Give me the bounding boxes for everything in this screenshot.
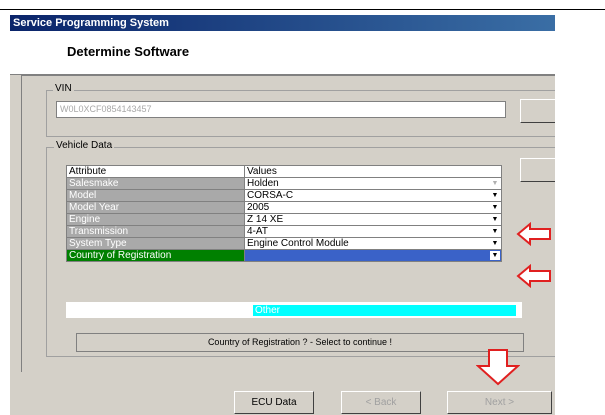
vin-side-button[interactable]	[520, 99, 555, 123]
next-button[interactable]: Next >	[447, 391, 552, 414]
value-text: CORSA-C	[247, 190, 294, 201]
ecu-data-label: ECU Data	[251, 397, 297, 408]
ecu-data-button[interactable]: ECU Data	[234, 391, 314, 414]
table-row-transmission: Transmission 4-AT ▼	[66, 225, 502, 238]
dropdown-arrow-icon[interactable]: ▼	[490, 227, 500, 236]
column-header-values: Values	[244, 165, 502, 178]
attribute-cell: Transmission	[66, 225, 245, 238]
attribute-cell: Model	[66, 189, 245, 202]
value-dropdown-model-year[interactable]: 2005 ▼	[244, 201, 502, 214]
table-header-row: Attribute Values	[66, 165, 502, 178]
value-dropdown-transmission[interactable]: 4-AT ▼	[244, 225, 502, 238]
value-dropdown-model[interactable]: CORSA-C ▼	[244, 189, 502, 202]
value-text: Holden	[247, 178, 279, 189]
arrow-down-icon	[476, 349, 520, 386]
vehicle-data-table: Attribute Values Salesmake Holden ▼ Model…	[66, 165, 502, 262]
back-label: < Back	[365, 397, 397, 408]
table-row-system-type: System Type Engine Control Module ▼	[66, 237, 502, 250]
value-text: Z 14 XE	[247, 214, 284, 225]
arrow-left-icon	[516, 222, 551, 246]
dropdown-arrow-icon[interactable]: ▼	[490, 215, 500, 224]
dropdown-arrow-icon: ▼	[491, 180, 499, 187]
back-button[interactable]: < Back	[341, 391, 421, 414]
value-dropdown-engine[interactable]: Z 14 XE ▼	[244, 213, 502, 226]
value-dropdown-country[interactable]: ▼	[244, 249, 502, 262]
attribute-cell: Country of Registration	[66, 249, 245, 262]
value-dropdown-salesmake: Holden ▼	[244, 177, 502, 190]
value-text: Engine Control Module	[247, 238, 349, 249]
top-border-line	[0, 9, 605, 10]
dropdown-arrow-icon[interactable]: ▼	[490, 239, 500, 248]
attribute-cell: Engine	[66, 213, 245, 226]
attribute-cell: System Type	[66, 237, 245, 250]
next-label: Next >	[484, 397, 515, 408]
dropdown-arrow-icon[interactable]: ▼	[490, 203, 500, 212]
attribute-cell: Salesmake	[66, 177, 245, 190]
table-row-model: Model CORSA-C ▼	[66, 189, 502, 202]
table-row-salesmake: Salesmake Holden ▼	[66, 177, 502, 190]
vehicle-data-side-button[interactable]	[520, 158, 555, 182]
column-header-attribute: Attribute	[66, 165, 245, 178]
application-window: Service Programming System Determine Sof…	[10, 15, 555, 415]
window-title: Service Programming System	[10, 15, 555, 31]
arrow-left-icon	[516, 264, 551, 288]
vehicle-data-label: Vehicle Data	[54, 140, 115, 151]
value-text: 4-AT	[247, 226, 268, 237]
status-message: Country of Registration ? - Select to co…	[76, 333, 524, 352]
dropdown-option-other[interactable]: Other	[253, 305, 516, 316]
table-row-engine: Engine Z 14 XE ▼	[66, 213, 502, 226]
vin-field[interactable]: W0L0XCF0854143457	[56, 101, 506, 118]
vin-label: VIN	[53, 83, 74, 94]
dropdown-arrow-icon[interactable]: ▼	[490, 251, 500, 260]
value-text: 2005	[247, 202, 270, 213]
attribute-cell: Model Year	[66, 201, 245, 214]
page-header: Determine Software	[10, 31, 555, 75]
dropdown-arrow-icon[interactable]: ▼	[490, 191, 500, 200]
table-row-country-of-registration: Country of Registration ▼	[66, 249, 502, 262]
value-dropdown-system-type[interactable]: Engine Control Module ▼	[244, 237, 502, 250]
page-title: Determine Software	[67, 44, 190, 59]
table-row-model-year: Model Year 2005 ▼	[66, 201, 502, 214]
